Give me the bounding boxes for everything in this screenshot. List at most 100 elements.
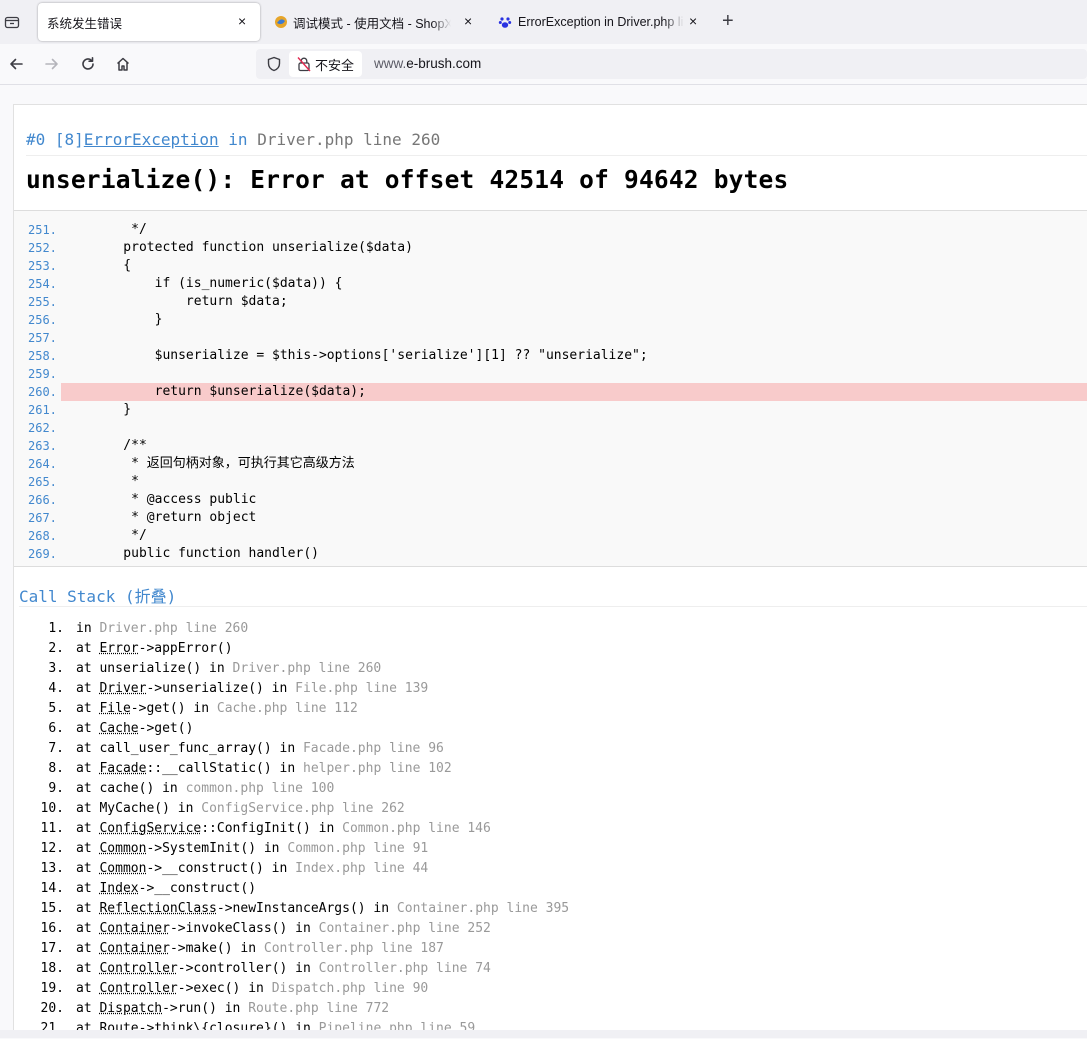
line-number: 265.: [28, 475, 57, 489]
line-number: 252.: [28, 241, 57, 255]
frame-function: ConfigInit(): [216, 821, 311, 836]
frame-class[interactable]: File: [99, 701, 130, 716]
frame-text: at Facade::__callStatic() in helper.php …: [76, 759, 452, 779]
tab-error-exception[interactable]: ErrorException in Driver.php line 260 ×: [492, 3, 706, 41]
frame-number: 6.: [48, 721, 64, 736]
frame-in-word: in: [201, 661, 233, 676]
frame-prefix: at: [76, 781, 100, 796]
tab-list-icon[interactable]: [2, 12, 22, 32]
frame-separator: ->: [138, 721, 155, 736]
frame-location: Driver.php line 260: [99, 621, 249, 636]
frame-text: at cache() in common.php line 100: [76, 779, 334, 799]
frame-prefix: at: [76, 721, 100, 736]
frame-in-word: in: [271, 741, 303, 756]
frame-class[interactable]: Common: [99, 841, 146, 856]
forward-icon[interactable]: [41, 53, 63, 75]
frame-in-word: in: [263, 861, 296, 876]
frame-in-word: in: [287, 961, 319, 976]
frame-class[interactable]: ReflectionClass: [99, 901, 216, 916]
shield-icon[interactable]: [266, 56, 282, 77]
frame-class[interactable]: Container: [99, 941, 169, 956]
close-tab-icon[interactable]: ×: [238, 14, 246, 28]
frame-function: MyCache(): [99, 801, 170, 816]
frame-prefix: at: [76, 981, 100, 996]
frame-number: 5.: [48, 701, 64, 716]
code-text: * @access public: [92, 492, 257, 507]
broken-lock-icon: [297, 56, 311, 72]
frame-text: at Driver->unserialize() in File.php lin…: [76, 679, 428, 699]
frame-function: call_user_func_array(): [99, 741, 272, 756]
frame-separator: ->: [138, 881, 155, 896]
frame-function: SystemInit(): [162, 841, 257, 856]
code-line: 266. * @access public: [14, 491, 1087, 509]
frame-separator: ->: [146, 681, 163, 696]
tab-debug-docs[interactable]: 调试模式 - 使用文档 - ShopXO文档 ×: [268, 3, 482, 41]
close-tab-icon[interactable]: ×: [689, 14, 697, 28]
frame-location: Container.php line 252: [318, 921, 491, 936]
code-line: 251. */: [14, 221, 1087, 239]
code-line: 254. if (is_numeric($data)) {: [14, 275, 1087, 293]
frame-class[interactable]: Index: [99, 881, 138, 896]
tab-system-error[interactable]: 系统发生错误 ×: [38, 3, 260, 41]
frame-number: 2.: [48, 641, 64, 656]
frame-text: in Driver.php line 260: [76, 619, 248, 639]
frame-function: appError(): [154, 641, 233, 656]
frame-number: 18.: [40, 961, 64, 976]
frame-function: __construct(): [154, 881, 257, 896]
frame-separator: ->: [177, 981, 194, 996]
frame-class[interactable]: Dispatch: [99, 1001, 162, 1016]
line-number: 254.: [28, 277, 57, 291]
new-tab-button[interactable]: +: [722, 11, 734, 31]
tab-label: 系统发生错误: [47, 16, 123, 31]
frame-location: helper.php line 102: [303, 761, 452, 776]
frame-text: at Dispatch->run() in Route.php line 772: [76, 999, 389, 1019]
frame-class[interactable]: Controller: [99, 961, 177, 976]
code-line: 252. protected function unserialize($dat…: [14, 239, 1087, 257]
code-text: */: [92, 222, 147, 237]
code-line: 268. */: [14, 527, 1087, 545]
frame-prefix: at: [76, 901, 100, 916]
address-bar[interactable]: 不安全 www.e-brush.com: [256, 49, 1087, 79]
reload-icon[interactable]: [77, 53, 99, 75]
frame-function: cache(): [99, 781, 155, 796]
line-number: 263.: [28, 439, 57, 453]
code-line: 269. public function handler(): [14, 545, 1087, 563]
status-strip: [0, 1030, 1087, 1038]
home-icon[interactable]: [112, 53, 134, 75]
frame-class[interactable]: ConfigService: [99, 821, 201, 836]
frame-number: 7.: [48, 741, 64, 756]
frame-text: at Container->invokeClass() in Container…: [76, 919, 491, 939]
frame-separator: ->: [146, 861, 163, 876]
back-icon[interactable]: [5, 53, 27, 75]
tab-label: 调试模式 - 使用文档 - ShopXO文档: [293, 16, 451, 31]
url-text[interactable]: www.e-brush.com: [374, 56, 481, 71]
frame-class[interactable]: Cache: [99, 721, 138, 736]
paw-favicon-icon: [498, 15, 512, 29]
frame-separator: ->: [146, 841, 163, 856]
frame-function: exec(): [193, 981, 241, 996]
frame-location: ConfigService.php line 262: [201, 801, 405, 816]
frame-prefix: at: [76, 801, 100, 816]
call-stack-toggle[interactable]: Call Stack (折叠): [19, 583, 176, 607]
code-line: 256. }: [14, 311, 1087, 329]
frame-prefix: at: [76, 641, 100, 656]
close-tab-icon[interactable]: ×: [464, 14, 472, 28]
frame-text: at Index->__construct(): [76, 879, 256, 899]
frame-class[interactable]: Facade: [99, 761, 146, 776]
code-text: if (is_numeric($data)) {: [92, 276, 343, 291]
line-number: 262.: [28, 421, 57, 435]
url-domain: e-brush.com: [406, 56, 482, 71]
frame-separator: ->: [216, 901, 233, 916]
exception-type-link[interactable]: ErrorException: [84, 130, 219, 149]
frame-class[interactable]: Driver: [99, 681, 146, 696]
frame-class[interactable]: Error: [99, 641, 138, 656]
frame-text: at Cache->get(): [76, 719, 193, 739]
frame-class[interactable]: Container: [99, 921, 169, 936]
frame-function: make(): [185, 941, 233, 956]
frame-class[interactable]: Controller: [99, 981, 177, 996]
insecure-connection-badge[interactable]: 不安全: [289, 51, 363, 77]
frame-class[interactable]: Common: [99, 861, 146, 876]
frame-function: get(): [146, 701, 186, 716]
frame-in-word: in: [169, 801, 202, 816]
frame-number: 1.: [48, 621, 64, 636]
